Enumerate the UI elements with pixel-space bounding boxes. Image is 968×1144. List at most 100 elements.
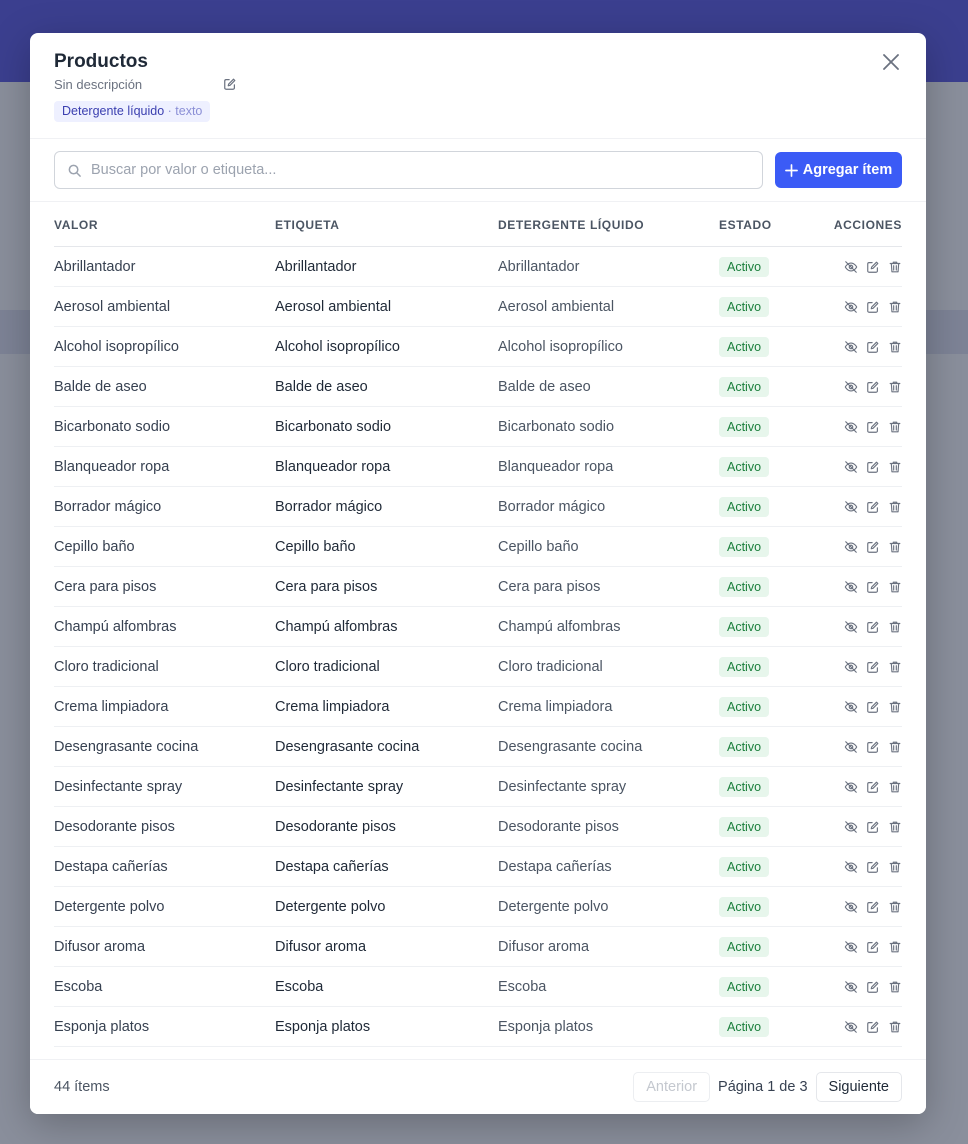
previous-page-button[interactable]: Anterior bbox=[633, 1072, 711, 1102]
trash-icon[interactable] bbox=[888, 900, 902, 914]
trash-icon[interactable] bbox=[888, 620, 902, 634]
trash-icon[interactable] bbox=[888, 500, 902, 514]
eye-off-icon[interactable] bbox=[844, 260, 858, 274]
eye-off-icon[interactable] bbox=[844, 900, 858, 914]
trash-icon[interactable] bbox=[888, 1020, 902, 1034]
add-item-button[interactable]: Agregar ítem bbox=[775, 152, 902, 188]
edit-icon[interactable] bbox=[866, 580, 880, 594]
column-header-detergente[interactable]: Detergente líquido bbox=[498, 218, 719, 232]
search-box[interactable] bbox=[54, 151, 763, 189]
cell-valor: Escoba bbox=[54, 978, 103, 995]
trash-icon[interactable] bbox=[888, 260, 902, 274]
edit-icon[interactable] bbox=[866, 820, 880, 834]
trash-icon[interactable] bbox=[888, 660, 902, 674]
table-row[interactable]: Borrador mágico Borrador mágico Borrador m… bbox=[54, 487, 902, 527]
cell-actions bbox=[814, 780, 902, 794]
edit-icon[interactable] bbox=[866, 980, 880, 994]
eye-off-icon[interactable] bbox=[844, 580, 858, 594]
trash-icon[interactable] bbox=[888, 540, 902, 554]
search-input[interactable] bbox=[91, 152, 751, 188]
trash-icon[interactable] bbox=[888, 980, 902, 994]
trash-icon[interactable] bbox=[888, 460, 902, 474]
cell-etiqueta: Balde de aseo bbox=[275, 378, 368, 395]
table-row[interactable]: Desinfectante spray Desinfectante spray De… bbox=[54, 767, 902, 807]
edit-icon[interactable] bbox=[866, 260, 880, 274]
eye-off-icon[interactable] bbox=[844, 340, 858, 354]
table-row[interactable]: Cloro tradicional Cloro tradicional Cloro … bbox=[54, 647, 902, 687]
eye-off-icon[interactable] bbox=[844, 780, 858, 794]
trash-icon[interactable] bbox=[888, 860, 902, 874]
trash-icon[interactable] bbox=[888, 780, 902, 794]
edit-icon[interactable] bbox=[866, 500, 880, 514]
table-row[interactable]: Esponja platos Esponja platos Esponja plat… bbox=[54, 1007, 902, 1047]
edit-icon[interactable] bbox=[866, 300, 880, 314]
cell-etiqueta: Cepillo baño bbox=[275, 538, 356, 555]
edit-icon[interactable] bbox=[866, 780, 880, 794]
eye-off-icon[interactable] bbox=[844, 500, 858, 514]
eye-off-icon[interactable] bbox=[844, 460, 858, 474]
eye-off-icon[interactable] bbox=[844, 860, 858, 874]
trash-icon[interactable] bbox=[888, 740, 902, 754]
table-row[interactable]: Bicarbonato sodio Bicarbonato sodio Bicarb… bbox=[54, 407, 902, 447]
column-header-etiqueta[interactable]: Etiqueta bbox=[275, 218, 498, 232]
edit-description-icon[interactable] bbox=[223, 77, 237, 91]
table-row[interactable]: Aerosol ambiental Aerosol ambiental Aeroso… bbox=[54, 287, 902, 327]
edit-icon[interactable] bbox=[866, 940, 880, 954]
trash-icon[interactable] bbox=[888, 420, 902, 434]
edit-icon[interactable] bbox=[866, 860, 880, 874]
eye-off-icon[interactable] bbox=[844, 980, 858, 994]
table-row[interactable]: Balde de aseo Balde de aseo Balde de aseo A… bbox=[54, 367, 902, 407]
column-header-estado[interactable]: Estado bbox=[719, 218, 814, 232]
edit-icon[interactable] bbox=[866, 660, 880, 674]
table-row[interactable]: Alcohol isopropílico Alcohol isopropílico… bbox=[54, 327, 902, 367]
table-row[interactable]: Escoba Escoba Escoba Activo bbox=[54, 967, 902, 1007]
trash-icon[interactable] bbox=[888, 300, 902, 314]
eye-off-icon[interactable] bbox=[844, 940, 858, 954]
eye-off-icon[interactable] bbox=[844, 820, 858, 834]
table-row[interactable]: Blanqueador ropa Blanqueador ropa Blanquea… bbox=[54, 447, 902, 487]
edit-icon[interactable] bbox=[866, 620, 880, 634]
eye-off-icon[interactable] bbox=[844, 1020, 858, 1034]
edit-icon[interactable] bbox=[866, 700, 880, 714]
eye-off-icon[interactable] bbox=[844, 300, 858, 314]
trash-icon[interactable] bbox=[888, 700, 902, 714]
cell-estado: Activo bbox=[719, 816, 814, 837]
trash-icon[interactable] bbox=[888, 340, 902, 354]
edit-icon[interactable] bbox=[866, 420, 880, 434]
table-row[interactable]: Abrillantador Abrillantador Abrillantador A… bbox=[54, 247, 902, 287]
cell-detergente: Cloro tradicional bbox=[498, 658, 603, 675]
eye-off-icon[interactable] bbox=[844, 740, 858, 754]
trash-icon[interactable] bbox=[888, 580, 902, 594]
edit-icon[interactable] bbox=[866, 900, 880, 914]
edit-icon[interactable] bbox=[866, 460, 880, 474]
next-page-button[interactable]: Siguiente bbox=[815, 1072, 902, 1102]
table-row[interactable]: Crema limpiadora Crema limpiadora Crema li… bbox=[54, 687, 902, 727]
table-row[interactable]: Cera para pisos Cera para pisos Cera para … bbox=[54, 567, 902, 607]
eye-off-icon[interactable] bbox=[844, 420, 858, 434]
trash-icon[interactable] bbox=[888, 380, 902, 394]
table-row[interactable]: Detergente polvo Detergente polvo Detergen… bbox=[54, 887, 902, 927]
table-row[interactable]: Destapa cañerías Destapa cañerías Destapa … bbox=[54, 847, 902, 887]
eye-off-icon[interactable] bbox=[844, 700, 858, 714]
cell-detergente: Detergente polvo bbox=[498, 898, 609, 915]
table-row[interactable]: Champú alfombras Champú alfombras Champú a… bbox=[54, 607, 902, 647]
cell-actions bbox=[814, 980, 902, 994]
eye-off-icon[interactable] bbox=[844, 660, 858, 674]
trash-icon[interactable] bbox=[888, 820, 902, 834]
trash-icon[interactable] bbox=[888, 940, 902, 954]
close-icon[interactable] bbox=[880, 51, 902, 73]
table-row[interactable]: Cepillo baño Cepillo baño Cepillo baño Acti… bbox=[54, 527, 902, 567]
edit-icon[interactable] bbox=[866, 380, 880, 394]
table-row[interactable]: Difusor aroma Difusor aroma Difusor aroma A… bbox=[54, 927, 902, 967]
edit-icon[interactable] bbox=[866, 340, 880, 354]
edit-icon[interactable] bbox=[866, 540, 880, 554]
edit-icon[interactable] bbox=[866, 740, 880, 754]
eye-off-icon[interactable] bbox=[844, 620, 858, 634]
column-header-valor[interactable]: Valor bbox=[54, 218, 275, 232]
cell-detergente: Difusor aroma bbox=[498, 938, 590, 955]
eye-off-icon[interactable] bbox=[844, 380, 858, 394]
table-row[interactable]: Desengrasante cocina Desengrasante cocina… bbox=[54, 727, 902, 767]
eye-off-icon[interactable] bbox=[844, 540, 858, 554]
table-row[interactable]: Desodorante pisos Desodorante pisos Desodo… bbox=[54, 807, 902, 847]
edit-icon[interactable] bbox=[866, 1020, 880, 1034]
